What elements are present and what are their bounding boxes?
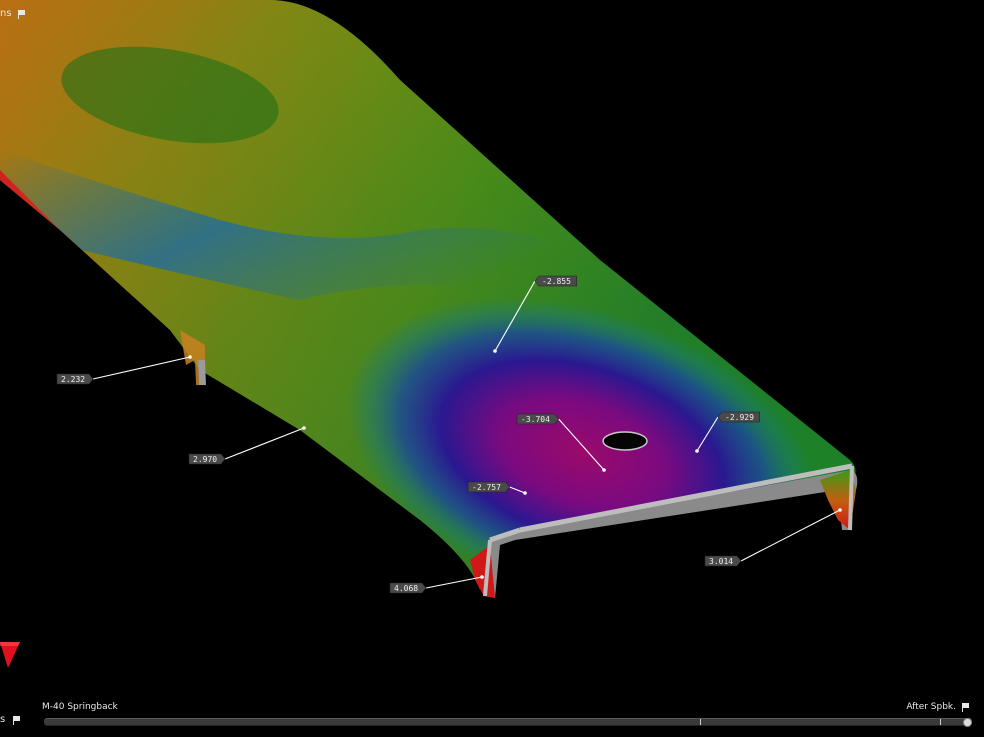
deviation-callout[interactable]: 4.068 <box>389 575 484 594</box>
leader-line <box>92 356 191 380</box>
timeline-tick <box>700 719 701 725</box>
leader-line <box>224 427 305 460</box>
callout-value: 4.068 <box>394 584 418 593</box>
callout-value: -3.704 <box>521 415 550 424</box>
callout-value: -2.855 <box>542 277 571 286</box>
springback-contour-view[interactable]: -2.855 2.232 -3.704 -2.929 2.970 -2.757 3.014 4… <box>0 0 984 737</box>
flag-icon[interactable] <box>17 9 26 19</box>
callout-anchor-dot <box>302 426 306 430</box>
timeline-bar: s M-40 Springback After Spbk. <box>0 698 984 737</box>
bottom-left-label: s <box>0 714 21 725</box>
callout-anchor-dot <box>602 468 606 472</box>
callout-anchor-dot <box>695 449 699 453</box>
top-label-text: ns <box>0 8 12 19</box>
deviation-callout[interactable]: 2.970 <box>188 426 306 465</box>
callout-anchor-dot <box>188 355 192 359</box>
deviation-callout[interactable]: 3.014 <box>704 508 842 567</box>
leader-line <box>425 576 483 589</box>
callout-value: -2.757 <box>472 483 501 492</box>
callout-value: 3.014 <box>709 557 733 566</box>
callout-anchor-dot <box>493 349 497 353</box>
flag-icon[interactable] <box>13 715 21 725</box>
callout-anchor-dot <box>838 508 842 512</box>
timeline-slider[interactable] <box>44 718 972 727</box>
timeline-start-label: M-40 Springback <box>42 702 118 712</box>
timeline-end-text: After Spbk. <box>906 702 956 712</box>
flag-icon[interactable] <box>962 703 970 712</box>
timeline-tick <box>940 719 941 725</box>
timeline-handle[interactable] <box>963 718 972 727</box>
leader-line <box>740 509 841 562</box>
deviation-callout[interactable]: 2.232 <box>56 355 192 385</box>
callout-anchor-dot <box>480 575 484 579</box>
top-label: ns <box>0 8 26 19</box>
callout-value: -2.929 <box>725 413 754 422</box>
callout-anchor-dot <box>523 491 527 495</box>
callout-value: 2.232 <box>61 375 85 384</box>
timeline-end-label: After Spbk. <box>906 702 970 712</box>
callout-value: 2.970 <box>193 455 217 464</box>
bottom-left-text: s <box>0 714 6 725</box>
viewport-3d[interactable]: -2.855 2.232 -3.704 -2.929 2.970 -2.757 3.014 4… <box>0 0 984 737</box>
